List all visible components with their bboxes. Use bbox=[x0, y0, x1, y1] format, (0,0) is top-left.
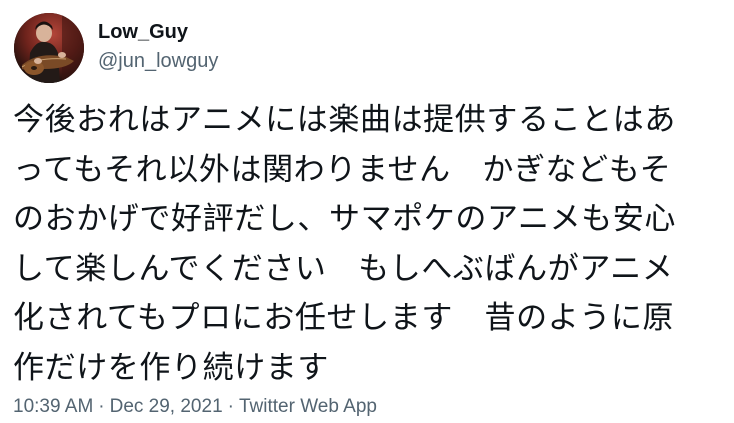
tweet-time[interactable]: 10:39 AM bbox=[13, 396, 93, 417]
tweet-text-line: 化されてもプロにお任せします 昔のように原 bbox=[13, 300, 675, 336]
tweet-text: 今後おれはアニメには楽曲は提供することはあ ってもそれ以外は関わりません かぎな… bbox=[13, 96, 725, 393]
avatar[interactable] bbox=[14, 13, 84, 83]
tweet-text-line: 作だけを作り続けます bbox=[13, 349, 329, 386]
tweet-text-line: ってもそれ以外は関わりません かぎなどもそ bbox=[13, 151, 672, 188]
meta-separator: · bbox=[98, 396, 105, 417]
user-handle[interactable]: @jun_lowguy bbox=[98, 49, 218, 73]
meta-separator: · bbox=[227, 396, 234, 417]
display-name[interactable]: Low_Guy bbox=[98, 20, 218, 44]
tweet-source[interactable]: Twitter Web App bbox=[239, 396, 377, 417]
tweet-text-line: のおかげで好評だし、サマポケのアニメも安心 bbox=[13, 201, 676, 237]
tweet-text-line: 今後おれはアニメには楽曲は提供することはあ bbox=[13, 102, 676, 138]
tweet-meta: 10:39 AM · Dec 29, 2021 · Twitter Web App bbox=[13, 395, 377, 419]
avatar-photo bbox=[14, 13, 84, 83]
tweet-text-line: して楽しんでください もしへぶばんがアニメ bbox=[13, 250, 674, 287]
author: Low_Guy @jun_lowguy bbox=[98, 20, 218, 73]
tweet-date[interactable]: Dec 29, 2021 bbox=[110, 396, 223, 417]
tweet: Low_Guy @jun_lowguy 今後おれはアニメには楽曲は提供することは… bbox=[0, 0, 734, 423]
